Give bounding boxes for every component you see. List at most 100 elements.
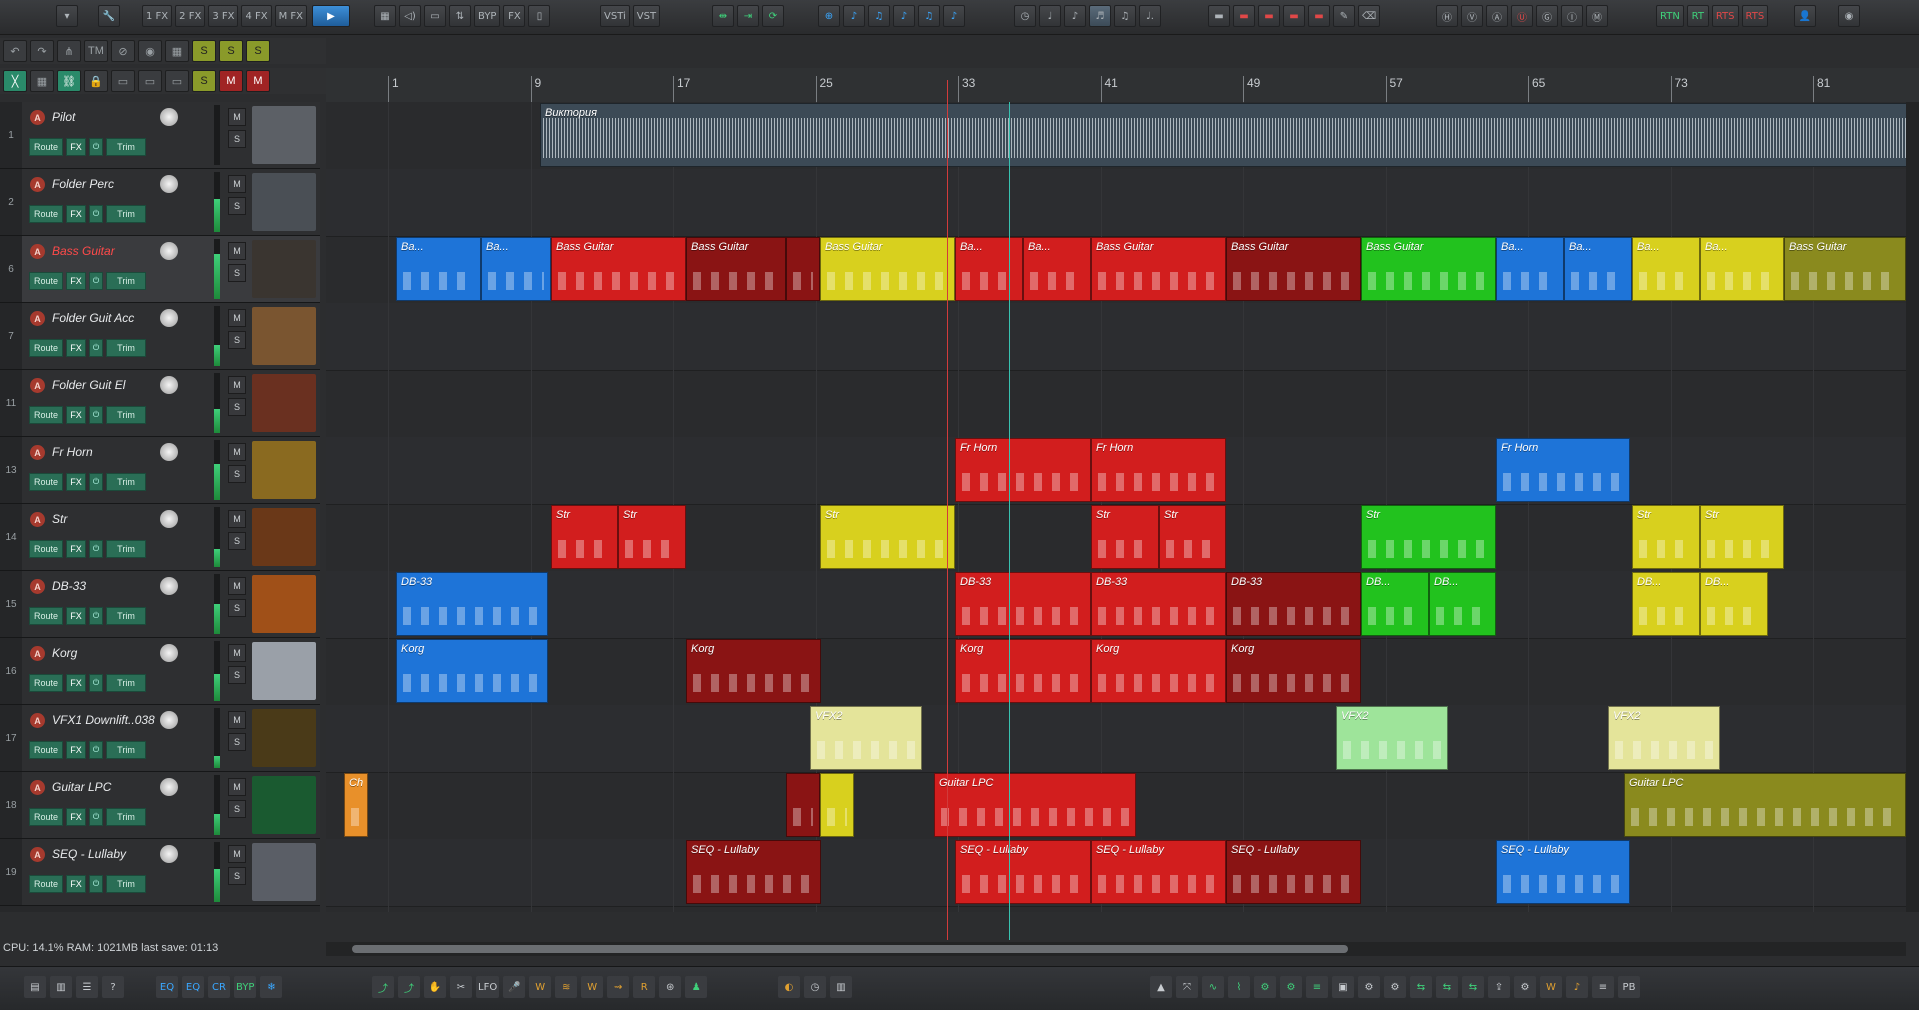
clip[interactable]: Ba... [955, 237, 1023, 301]
clip[interactable]: Ba... [1564, 237, 1632, 301]
fx-button[interactable]: FX [66, 607, 86, 625]
fx-slot-2[interactable]: 2 FX [175, 5, 206, 27]
clip[interactable]: Korg [955, 639, 1091, 703]
cog-icon-1[interactable]: ⚙ [1358, 976, 1380, 998]
note-tie-icon-2[interactable]: ♫ [918, 5, 940, 27]
eye-icon[interactable]: ◉ [138, 40, 162, 62]
arm-button[interactable]: A [30, 579, 45, 594]
route-button[interactable]: Route [29, 272, 63, 290]
arm-button[interactable]: A [30, 847, 45, 862]
mute-button[interactable]: M [228, 577, 246, 595]
bypass-button[interactable]: BYP [474, 5, 501, 27]
fx-slot-3[interactable]: 3 FX [208, 5, 239, 27]
cr-button[interactable]: CR [208, 976, 230, 998]
cut-end-icon[interactable]: ⇥ [737, 5, 759, 27]
bypass-bottom-button[interactable]: BYP [234, 976, 257, 998]
clip[interactable]: SEQ - Lullaby [955, 840, 1091, 904]
clip[interactable]: Ba... [481, 237, 551, 301]
trim-button[interactable]: Trim [106, 473, 146, 491]
note-tie-icon[interactable]: ♫ [868, 5, 890, 27]
solo-button[interactable]: S [228, 197, 246, 215]
track-name[interactable]: Folder Guit Acc [52, 311, 156, 327]
clip[interactable]: Str [1091, 505, 1159, 569]
arm-button[interactable]: A [30, 378, 45, 393]
tm-button[interactable]: TM [84, 40, 108, 62]
folder-icon-1[interactable]: ▭ [111, 70, 135, 92]
track-name[interactable]: Korg [52, 646, 156, 662]
route-button[interactable]: Route [29, 205, 63, 223]
track-header[interactable]: 7 A Folder Guit Acc Route FX ⏻ Trim M S [0, 303, 320, 370]
trim-button[interactable]: Trim [106, 138, 146, 156]
track-name[interactable]: Str [52, 512, 156, 528]
clip[interactable]: Korg [1226, 639, 1361, 703]
arm-button[interactable]: A [30, 244, 45, 259]
triplet-note-icon[interactable]: ♫ [1114, 5, 1136, 27]
mute-button[interactable]: M [228, 778, 246, 796]
cog-icon-3[interactable]: ⚙ [1514, 976, 1536, 998]
track-name[interactable]: SEQ - Lullaby [52, 847, 156, 863]
fx-button[interactable]: FX [66, 875, 86, 893]
mute-button[interactable]: M [228, 108, 246, 126]
track-header[interactable]: 13 A Fr Horn Route FX ⏻ Trim M S [0, 437, 320, 504]
track-header[interactable]: 17 A VFX1 Downlift..038 Route FX ⏻ Trim M S [0, 705, 320, 772]
trim-button[interactable]: Trim [106, 339, 146, 357]
clip[interactable]: Str [1700, 505, 1784, 569]
help-icon[interactable]: ? [102, 976, 124, 998]
trim-button[interactable]: Trim [106, 607, 146, 625]
clip[interactable]: Ba... [1632, 237, 1700, 301]
power-icon[interactable]: ⏻ [89, 205, 103, 223]
route-button[interactable]: Route [29, 406, 63, 424]
power-icon[interactable]: ⏻ [89, 540, 103, 558]
clip[interactable]: DB-33 [1226, 572, 1361, 636]
pitch-icon[interactable]: ⇝ [607, 976, 630, 998]
route-icon-1[interactable]: ⇆ [1410, 976, 1432, 998]
clip[interactable]: Fr Horn [955, 438, 1091, 502]
clip[interactable]: Виктория [540, 103, 1906, 167]
clip[interactable]: Ba... [1700, 237, 1784, 301]
route-button[interactable]: Route [29, 540, 63, 558]
mute-button[interactable]: M [228, 175, 246, 193]
fx-button[interactable]: FX [66, 540, 86, 558]
snap-grid-icon[interactable]: ▦ [30, 70, 54, 92]
solo-button[interactable]: S [228, 264, 246, 282]
track-lane[interactable] [326, 169, 1906, 237]
eraser-icon[interactable]: ⌫ [1358, 5, 1381, 27]
fx-button[interactable]: FX [503, 5, 526, 27]
trim-button[interactable]: Trim [106, 808, 146, 826]
clip[interactable]: Str [1159, 505, 1226, 569]
route-icon-2[interactable]: ⇆ [1436, 976, 1458, 998]
rts-button[interactable]: RTS [1711, 5, 1739, 27]
mute-all-button[interactable]: M [246, 70, 270, 92]
vst-button[interactable]: VST [632, 5, 661, 27]
track-name[interactable]: VFX1 Downlift..038 [52, 713, 156, 729]
eq-button-2[interactable]: EQ [182, 976, 204, 998]
arm-button[interactable]: A [30, 311, 45, 326]
route-button[interactable]: Route [29, 138, 63, 156]
clip[interactable]: Str [1632, 505, 1700, 569]
clip[interactable]: SEQ - Lullaby [1226, 840, 1361, 904]
note-icon-3[interactable]: ♪ [943, 5, 965, 27]
track-name[interactable]: Pilot [52, 110, 156, 126]
clip[interactable] [820, 773, 854, 837]
power-icon[interactable]: ⏻ [89, 473, 103, 491]
lfo-button[interactable]: LFO [476, 976, 500, 998]
split-icon[interactable]: ⇹ [712, 5, 734, 27]
folder-icon-2[interactable]: ▭ [138, 70, 162, 92]
solo-group-button-1[interactable]: S [192, 40, 216, 62]
arrange-view[interactable]: Виктория Ba... Ba... Bass Guitar Bass Guitar… [326, 102, 1906, 912]
clip[interactable]: VFX2 [810, 706, 922, 770]
eighth-note-icon[interactable]: ♪ [1064, 5, 1086, 27]
volume-knob[interactable] [160, 242, 178, 260]
fx-button[interactable]: FX [66, 473, 86, 491]
mute-button[interactable]: M [228, 510, 246, 528]
power-icon[interactable]: ⏻ [89, 272, 103, 290]
dotted-note-icon[interactable]: ♩. [1139, 5, 1161, 27]
loop-icon[interactable]: ⟳ [762, 5, 784, 27]
fx-button[interactable]: FX [66, 272, 86, 290]
trim-button[interactable]: Trim [106, 540, 146, 558]
solo-clear-button[interactable]: S [192, 70, 216, 92]
mute-clear-button[interactable]: M [219, 70, 243, 92]
arm-button[interactable]: A [30, 445, 45, 460]
clip[interactable]: Ba... [396, 237, 481, 301]
clip[interactable] [786, 237, 820, 301]
